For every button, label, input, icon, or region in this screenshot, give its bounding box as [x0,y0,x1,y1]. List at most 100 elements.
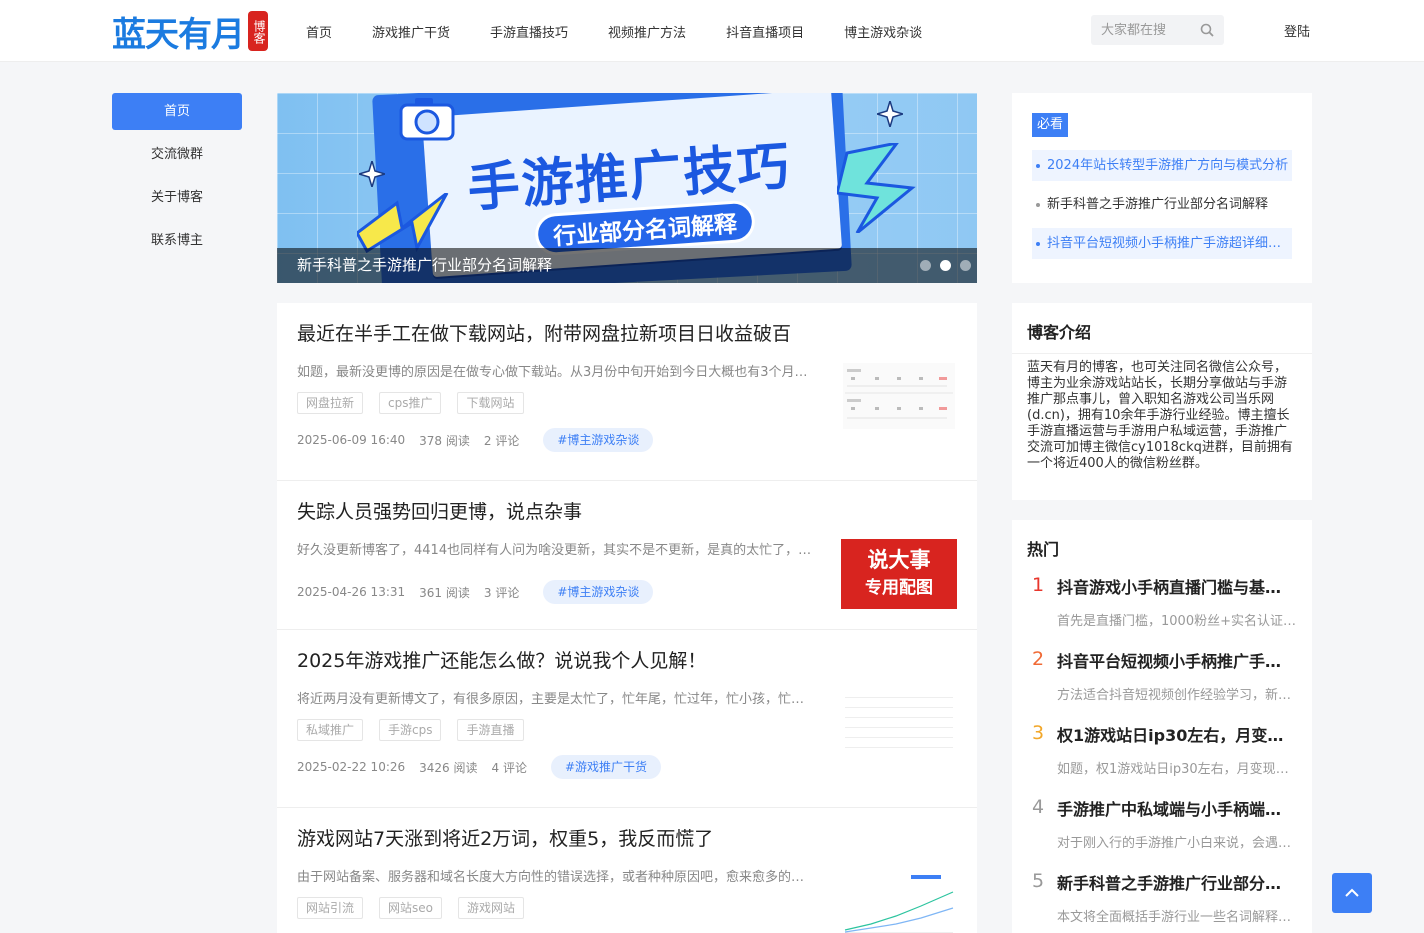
leftnav-contact[interactable]: 联系博主 [112,222,242,259]
table-line [845,717,953,718]
top-header: 蓝天有月 博客 首页 游戏推广干货 手游直播技巧 视频推广方法 抖音直播项目 博… [0,0,1424,62]
must-read-item[interactable]: 新手科普之手游推广行业部分名词解释 [1032,189,1292,220]
stats-thumbnail-graphic [843,363,955,429]
hot-item-title[interactable]: 抖音平台短视频小手柄推广手游超详细教程 [1057,638,1297,672]
search-box [1091,15,1224,45]
nav-douyin-live[interactable]: 抖音直播项目 [706,22,824,41]
nav-live-tips[interactable]: 手游直播技巧 [470,22,588,41]
post-tag[interactable]: 游戏网站 [458,897,525,919]
table-line [845,737,953,738]
hot-item[interactable]: 1 抖音游戏小手柄直播门槛与基本要求首先是直播门槛，1000粉丝+实名认证，开通后… [1012,564,1312,638]
hot-item[interactable]: 2 抖音平台短视频小手柄推广手游超详细教程方法适合抖音短视频创作经验学习，新手也能… [1012,638,1312,712]
hot-item[interactable]: 4 手游推广中私域端与小手柄端等多种方式对于刚入行的手游推广小白来说，会遇到许多问… [1012,786,1312,860]
post-category[interactable]: #博主游戏杂谈 [543,428,654,452]
hot-item-title[interactable]: 权1游戏站日ip30左右，月变现过千 [1057,712,1297,746]
banner-caption[interactable]: 新手科普之手游推广行业部分名词解释 [277,248,977,283]
login-link[interactable]: 登陆 [1284,21,1310,40]
post-meta: 2025-06-09 16:40 378 阅读 2 评论 #博主游戏杂谈 [297,428,957,452]
lightning-icon [357,193,449,253]
post-tag[interactable]: 下载网站 [457,392,524,414]
logo-text: 蓝天有月 [112,14,245,55]
post-reads: 361 阅读 [419,585,470,600]
post-title[interactable]: 游戏网站7天涨到将近2万词，权重5，我反而慌了 [297,826,957,852]
post-title[interactable]: 失踪人员强势回归更博，说点杂事 [297,499,957,525]
logo-seal: 博客 [248,11,268,51]
hot-item[interactable]: 5 新手科普之手游推广行业部分名词解释本文将全面概括手游行业一些名词解释，适合新人… [1012,860,1312,933]
post-tag[interactable]: 私域推广 [297,719,364,741]
post-thumbnail[interactable] [841,361,957,431]
sparkle-icon [877,101,903,127]
hot-item[interactable]: 3 权1游戏站日ip30左右，月变现过千如题，权1游戏站日ip30左右，月变现过千… [1012,712,1312,786]
leftnav-about[interactable]: 关于博客 [112,179,242,216]
post-tag[interactable]: 手游直播 [457,719,524,741]
post-item: 2025年游戏推广还能怎么做？说说我个人见解！ 将近两月没有更新博文了，有很多原… [277,630,977,808]
hot-item-desc: 如题，权1游戏站日ip30左右，月变现过千的经验分享。 [1057,762,1297,777]
carousel-dot[interactable] [960,260,971,271]
post-tag[interactable]: 手游cps [379,719,442,741]
post-item: 游戏网站7天涨到将近2万词，权重5，我反而慌了 由于网站备案、服务器和域名长度大… [277,808,977,933]
post-tag[interactable]: 网站seo [379,897,442,919]
hot-panel: 热门 1 抖音游戏小手柄直播门槛与基本要求 首先是直播门槛，1000粉丝+实名认证，… [1012,520,1312,933]
must-read-list: 2024年站长转型手游推广方向与模式分析 新手科普之手游推广行业部分名词解释 抖… [1032,150,1292,267]
main-nav: 首页 游戏推广干货 手游直播技巧 视频推广方法 抖音直播项目 博主游戏杂谈 [286,0,942,62]
post-reads: 378 阅读 [419,433,470,448]
hot-item-title[interactable]: 手游推广中私域端与小手柄端等多种方式 [1057,786,1297,820]
carousel-dot-active[interactable] [940,260,951,271]
table-line [845,727,953,728]
post-thumbnail[interactable] [841,872,957,933]
post-title[interactable]: 最近在半手工在做下载网站，附带网盘拉新项目日收益破百 [297,321,957,347]
hot-title: 热门 [1027,540,1060,559]
chevron-up-icon [1345,888,1359,897]
post-tag[interactable]: 网站引流 [297,897,364,919]
must-read-item[interactable]: 抖音平台短视频小手柄推广手游超详细教程 [1032,228,1292,259]
post-tag[interactable]: 网盘拉新 [297,392,364,414]
sparkle-icon [359,161,385,187]
post-comments[interactable]: 4 评论 [492,759,527,776]
post-item: 失踪人员强势回归更博，说点杂事 好久没更新博客了，4414也同样有人问为啥没更新… [277,481,977,630]
post-thumbnail[interactable]: 说大事 专用配图 [841,539,957,609]
post-excerpt: 好久没更新博客了，4414也同样有人问为啥没更新，其实不是不更新，是真的太忙了，… [297,543,817,558]
post-title[interactable]: 2025年游戏推广还能怎么做？说说我个人见解！ [297,648,957,674]
post-category[interactable]: #游戏推广干货 [550,755,662,779]
banner-carousel[interactable]: 手游推广技巧 行业部分名词解释 新手科普之手游推广行业部分名词解释 [277,93,977,283]
intro-title: 博客介绍 [1012,303,1312,354]
hot-item-desc: 首先是直播门槛，1000粉丝+实名认证，开通后即可直播。 [1057,614,1297,629]
thumbnail-text: 说大事 [867,548,931,572]
table-line [845,747,953,748]
back-to-top-button[interactable] [1332,873,1372,913]
leftnav-wechat-group[interactable]: 交流微群 [112,136,242,173]
nav-home[interactable]: 首页 [286,22,352,41]
post-thumbnail[interactable] [841,688,957,758]
nav-video-promo[interactable]: 视频推广方法 [588,22,706,41]
hot-rank: 2 [1032,648,1045,670]
hot-rank: 4 [1032,796,1045,818]
search-icon[interactable] [1200,23,1214,37]
post-excerpt: 将近两月没有更新博文了，有很多原因，主要是太忙了，忙年尾，忙过年，忙小孩，忙工作… [297,692,817,707]
thumbnail-text: 专用配图 [865,578,933,598]
post-excerpt: 由于网站备案、服务器和域名长度大方向性的错误选择，或者种种原因吧，愈来愈多的问题… [297,870,817,885]
post-meta: 2025-02-22 10:26 3426 阅读 4 评论 #游戏推广干货 [297,755,957,779]
hot-rank: 3 [1032,722,1045,744]
hot-item-title[interactable]: 抖音游戏小手柄直播门槛与基本要求 [1057,564,1297,598]
post-item: 最近在半手工在做下载网站，附带网盘拉新项目日收益破百 如题，最新没更博的原因是在… [277,303,977,481]
site-logo[interactable]: 蓝天有月 博客 [112,8,268,55]
nav-blogger-talk[interactable]: 博主游戏杂谈 [824,22,942,41]
hot-item-title[interactable]: 新手科普之手游推广行业部分名词解释 [1057,860,1297,894]
must-read-item[interactable]: 2024年站长转型手游推广方向与模式分析 [1032,150,1292,181]
post-category[interactable]: #博主游戏杂谈 [543,580,654,604]
leftnav-home[interactable]: 首页 [112,93,242,130]
hot-list: 1 抖音游戏小手柄直播门槛与基本要求首先是直播门槛，1000粉丝+实名认证，开通后… [1012,564,1312,933]
post-comments[interactable]: 3 评论 [484,584,519,601]
post-date: 2025-06-09 16:40 [297,433,406,447]
post-date: 2025-04-26 13:31 [297,585,406,599]
hot-item-desc: 对于刚入行的手游推广小白来说，会遇到许多问题。 [1057,836,1297,851]
post-tag[interactable]: cps推广 [379,392,442,414]
intro-panel: 博客介绍 蓝天有月的博客，也可关注同名微信公众号，博主为业余游戏站站长，长期分享… [1012,303,1312,500]
post-list: 最近在半手工在做下载网站，附带网盘拉新项目日收益破百 如题，最新没更博的原因是在… [277,303,977,933]
search-input[interactable] [1091,15,1191,45]
carousel-dot[interactable] [920,260,931,271]
must-read-badge: 必看 [1032,113,1069,137]
nav-game-promo[interactable]: 游戏推广干货 [352,22,470,41]
hot-rank: 5 [1032,870,1045,892]
post-comments[interactable]: 2 评论 [484,432,519,449]
